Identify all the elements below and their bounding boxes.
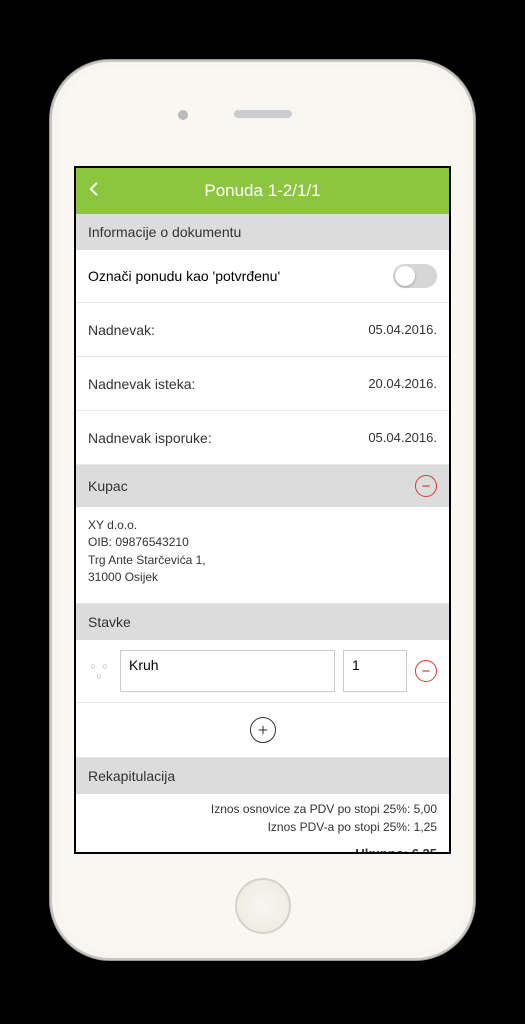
minus-icon xyxy=(420,480,432,492)
plus-icon xyxy=(256,723,270,737)
section-recap: Rekapitulacija xyxy=(76,758,449,794)
delivery-value: 05.04.2016. xyxy=(368,430,437,445)
phone-camera xyxy=(178,110,188,120)
confirm-toggle[interactable] xyxy=(393,264,437,288)
app-screen: Ponuda 1-2/1/1 Informacije o dokumentu O… xyxy=(74,166,451,854)
date-value: 05.04.2016. xyxy=(368,322,437,337)
app-header: Ponuda 1-2/1/1 xyxy=(76,168,449,214)
section-info: Informacije o dokumentu xyxy=(76,214,449,250)
expiry-row[interactable]: Nadnevak isteka: 20.04.2016. xyxy=(76,357,449,411)
buyer-address2: 31000 Osijek xyxy=(88,569,437,586)
add-item-row xyxy=(76,703,449,758)
page-title: Ponuda 1-2/1/1 xyxy=(204,181,320,201)
chevron-left-icon xyxy=(86,181,102,197)
delivery-label: Nadnevak isporuke: xyxy=(88,430,212,446)
date-row[interactable]: Nadnevak: 05.04.2016. xyxy=(76,303,449,357)
buyer-name: XY d.o.o. xyxy=(88,517,437,534)
expiry-value: 20.04.2016. xyxy=(368,376,437,391)
section-items-label: Stavke xyxy=(88,614,131,630)
recap-base: Iznos osnovice za PDV po stopi 25%: 5,00 xyxy=(88,800,437,818)
add-item-button[interactable] xyxy=(250,717,276,743)
drag-handle-icon[interactable]: ○ ○ ○ xyxy=(88,661,112,681)
confirm-toggle-row: Označi ponudu kao 'potvrđenu' xyxy=(76,250,449,303)
back-button[interactable] xyxy=(86,181,106,201)
section-buyer: Kupac xyxy=(76,465,449,507)
buyer-address1: Trg Ante Starčevića 1, xyxy=(88,552,437,569)
remove-buyer-button[interactable] xyxy=(415,475,437,497)
recap-total: Ukupno: 6,25 xyxy=(88,844,437,852)
phone-speaker xyxy=(234,110,292,118)
confirm-toggle-label: Označi ponudu kao 'potvrđenu' xyxy=(88,268,280,284)
home-button[interactable] xyxy=(235,878,291,934)
minus-icon xyxy=(420,665,432,677)
expiry-label: Nadnevak isteka: xyxy=(88,376,195,392)
item-name-input[interactable]: Kruh xyxy=(120,650,335,692)
recap-block: Iznos osnovice za PDV po stopi 25%: 5,00… xyxy=(76,794,449,852)
recap-vat: Iznos PDV-a po stopi 25%: 1,25 xyxy=(88,818,437,836)
item-qty-input[interactable]: 1 xyxy=(343,650,407,692)
section-info-label: Informacije o dokumentu xyxy=(88,224,241,240)
buyer-oib: OIB: 09876543210 xyxy=(88,534,437,551)
delivery-row[interactable]: Nadnevak isporuke: 05.04.2016. xyxy=(76,411,449,465)
content-scroll[interactable]: Informacije o dokumentu Označi ponudu ka… xyxy=(76,214,449,852)
section-recap-label: Rekapitulacija xyxy=(88,768,175,784)
date-label: Nadnevak: xyxy=(88,322,155,338)
remove-item-button[interactable] xyxy=(415,660,437,682)
section-items: Stavke xyxy=(76,604,449,640)
section-buyer-label: Kupac xyxy=(88,478,128,494)
item-row: ○ ○ ○ Kruh 1 xyxy=(76,640,449,703)
phone-frame: Ponuda 1-2/1/1 Informacije o dokumentu O… xyxy=(50,60,475,960)
phone-inner: Ponuda 1-2/1/1 Informacije o dokumentu O… xyxy=(58,68,467,952)
buyer-info[interactable]: XY d.o.o. OIB: 09876543210 Trg Ante Star… xyxy=(76,507,449,604)
